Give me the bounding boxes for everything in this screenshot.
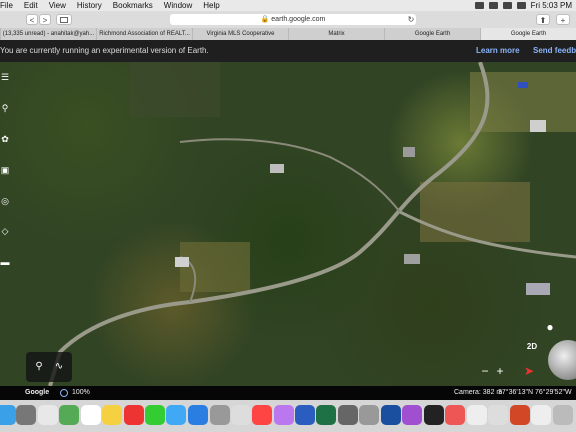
- mail-icon[interactable]: [124, 405, 144, 425]
- menu-history[interactable]: History: [77, 0, 102, 11]
- learn-more-link[interactable]: Learn more: [476, 40, 520, 62]
- safari-icon[interactable]: [231, 405, 251, 425]
- projects-icon[interactable]: ▣: [0, 165, 10, 175]
- tab-google-earth-2[interactable]: Google Earth: [480, 28, 576, 40]
- launchpad-icon[interactable]: [16, 405, 36, 425]
- finder-icon[interactable]: [0, 405, 16, 425]
- wd-icon[interactable]: [381, 405, 401, 425]
- word-icon[interactable]: [295, 405, 315, 425]
- tab-richmond-association[interactable]: Richmond Association of REALT...: [96, 28, 192, 40]
- clock[interactable]: Fri 5:03 PM: [531, 0, 572, 11]
- voyager-icon[interactable]: ✿: [0, 134, 10, 144]
- tv-icon[interactable]: [424, 405, 444, 425]
- messages-icon[interactable]: [145, 405, 165, 425]
- downloads-icon[interactable]: [531, 405, 551, 425]
- compass-icon[interactable]: ➤: [520, 362, 538, 380]
- tab-bar: (13,335 unread) - anahitak@yah... Richmo…: [0, 28, 576, 40]
- dropbox-icon[interactable]: [474, 2, 484, 9]
- measure-icon[interactable]: ◎: [0, 196, 10, 206]
- lock-icon: 🔒: [260, 16, 270, 23]
- menu-window[interactable]: Window: [164, 0, 192, 11]
- excel-icon[interactable]: [316, 405, 336, 425]
- preview-icon[interactable]: [359, 405, 379, 425]
- menu-edit[interactable]: Edit: [24, 0, 38, 11]
- menu-help[interactable]: Help: [203, 0, 219, 11]
- forward-button[interactable]: >: [39, 14, 51, 25]
- notes-icon[interactable]: [102, 405, 122, 425]
- status-bar: Google 100% Camera: 382 m 37°36'13"N 76°…: [0, 386, 576, 400]
- app-store-icon[interactable]: [188, 405, 208, 425]
- calendar-icon[interactable]: [81, 405, 101, 425]
- battery-icon[interactable]: [488, 2, 498, 9]
- maps-icon[interactable]: [59, 405, 79, 425]
- tab-matrix[interactable]: Matrix: [288, 28, 384, 40]
- podcasts-icon[interactable]: [402, 405, 422, 425]
- facetime-icon[interactable]: [166, 405, 186, 425]
- experimental-banner: You are currently running an experimenta…: [0, 40, 576, 62]
- left-toolbar: ☰ ⚲ ✿ ▣ ◎ ◇ ▬: [0, 62, 12, 386]
- folder-icon[interactable]: [488, 405, 508, 425]
- camera-altitude: Camera: 382 m: [454, 389, 503, 396]
- map-imagery: [48, 62, 576, 386]
- address-bar[interactable]: 🔒 earth.google.com: [170, 14, 416, 25]
- banner-message: You are currently running an experimenta…: [0, 46, 209, 55]
- menu-view[interactable]: View: [49, 0, 66, 11]
- menu-icon[interactable]: ☰: [0, 72, 10, 82]
- coordinates: 37°36'13"N 76°29'52"W: [498, 389, 572, 396]
- google-logo: Google: [25, 389, 50, 396]
- powerpoint-icon[interactable]: [510, 405, 530, 425]
- chrome-icon[interactable]: [252, 405, 272, 425]
- path-icon[interactable]: ∿: [50, 358, 68, 376]
- dock: [0, 400, 576, 432]
- browser-toolbar: < > 🔒 earth.google.com ↻ ⬆ +: [0, 11, 576, 28]
- satellite-map[interactable]: [0, 62, 576, 386]
- pegman-icon[interactable]: ●: [541, 318, 559, 336]
- volume-icon[interactable]: [516, 2, 526, 9]
- map-style-icon[interactable]: ▬: [0, 257, 10, 267]
- music-icon[interactable]: [445, 405, 465, 425]
- tab-virginia-mls[interactable]: Virginia MLS Cooperative: [192, 28, 288, 40]
- system-preferences-icon[interactable]: [210, 405, 230, 425]
- document-icon[interactable]: [467, 405, 487, 425]
- printer-icon[interactable]: [338, 405, 358, 425]
- sidebar-toggle-button[interactable]: [56, 14, 72, 25]
- tab-google-earth-1[interactable]: Google Earth: [384, 28, 480, 40]
- new-tab-button[interactable]: +: [556, 14, 570, 25]
- menu-bookmarks[interactable]: Bookmarks: [113, 0, 153, 11]
- photos-icon[interactable]: [274, 405, 294, 425]
- send-feedback-link[interactable]: Send feedback: [533, 40, 576, 62]
- pin-icon[interactable]: ⚲: [30, 358, 48, 376]
- trash-icon[interactable]: [553, 405, 573, 425]
- menu-bar: File Edit View History Bookmarks Window …: [0, 0, 576, 11]
- zoom-in-button[interactable]: +: [491, 362, 509, 380]
- sidebar-toggle-icon: [60, 17, 68, 23]
- layers-icon[interactable]: ◇: [0, 226, 10, 236]
- reload-button[interactable]: ↻: [406, 14, 416, 25]
- address-text: earth.google.com: [271, 16, 326, 23]
- search-icon[interactable]: ⚲: [0, 103, 10, 113]
- wifi-icon[interactable]: [502, 2, 512, 9]
- loading-icon: [60, 389, 68, 397]
- share-button[interactable]: ⬆: [536, 14, 550, 25]
- contacts-icon[interactable]: [38, 405, 58, 425]
- back-button[interactable]: <: [26, 14, 38, 25]
- zoom-level: 100%: [72, 389, 90, 396]
- drawing-tools: ⚲ ∿: [26, 352, 72, 382]
- toggle-2d-button[interactable]: 2D: [523, 338, 541, 356]
- tab-yahoo-mail[interactable]: (13,335 unread) - anahitak@yah...: [0, 28, 96, 40]
- menu-file[interactable]: File: [0, 0, 13, 11]
